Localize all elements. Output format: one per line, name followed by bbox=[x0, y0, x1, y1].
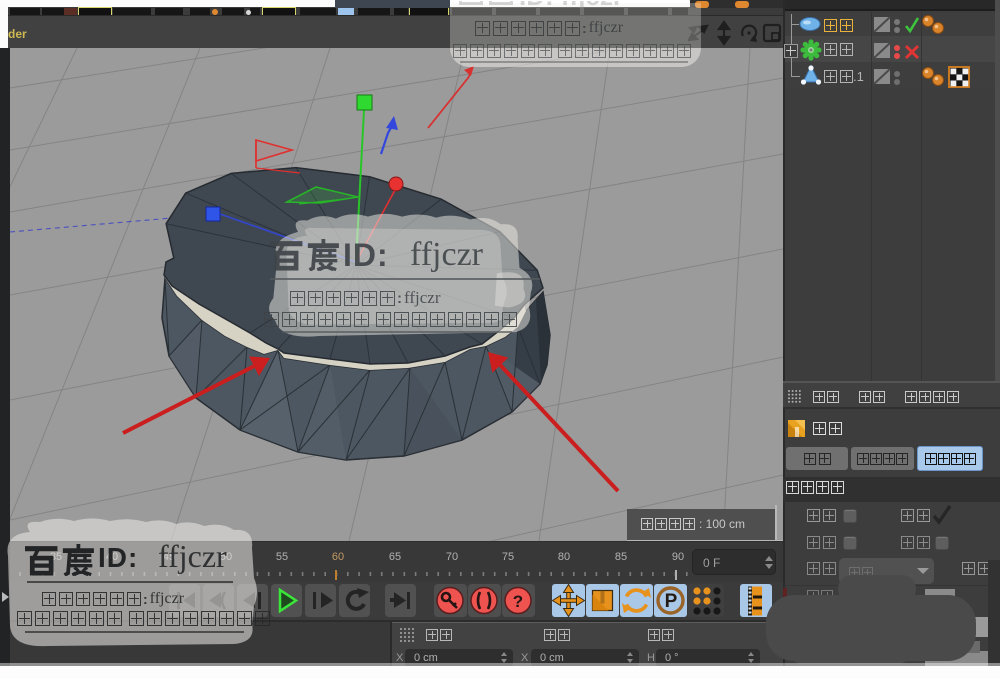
svg-text:?: ? bbox=[513, 592, 523, 611]
svg-text:P: P bbox=[665, 591, 678, 612]
